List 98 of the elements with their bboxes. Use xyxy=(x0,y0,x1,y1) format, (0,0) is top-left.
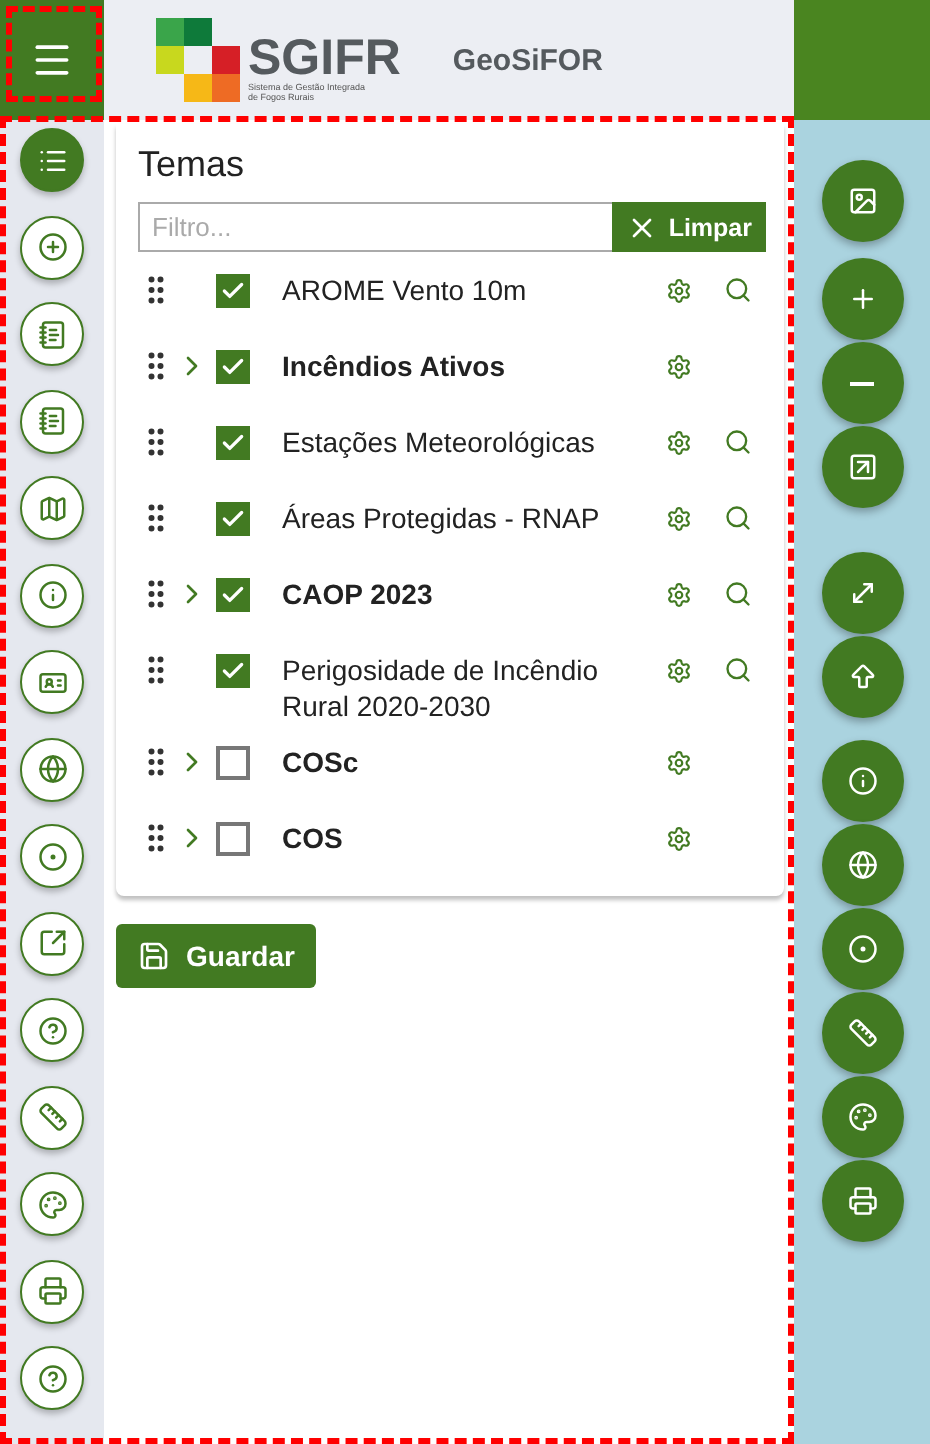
selection-outline xyxy=(6,6,102,102)
sidebar-button[interactable] xyxy=(20,476,84,540)
layer-name: CAOP 2023 xyxy=(280,576,435,612)
map-tool-button[interactable] xyxy=(821,1076,903,1158)
save-icon xyxy=(138,940,170,972)
layer-checkbox[interactable] xyxy=(215,745,249,779)
map-tool-button[interactable] xyxy=(821,908,903,990)
layer-name: COS xyxy=(280,820,345,856)
layer-checkbox[interactable] xyxy=(215,821,249,855)
expand-icon xyxy=(847,452,877,482)
target-icon xyxy=(847,934,877,964)
sidebar-button[interactable] xyxy=(20,128,84,192)
sidebar-button[interactable] xyxy=(20,1172,84,1236)
up-arrow-icon xyxy=(847,662,877,692)
settings-icon[interactable] xyxy=(666,749,692,775)
printer-icon xyxy=(37,1276,67,1306)
layer-checkbox[interactable] xyxy=(215,653,249,687)
sidebar-button[interactable] xyxy=(20,824,84,888)
map-tool-button[interactable] xyxy=(821,258,903,340)
target-icon xyxy=(37,841,67,871)
header-corner xyxy=(794,0,930,120)
settings-icon[interactable] xyxy=(666,657,692,683)
diagonal-arrow-icon xyxy=(847,578,877,608)
sidebar-button[interactable] xyxy=(20,1085,84,1149)
id-card-icon xyxy=(37,667,67,697)
help-icon xyxy=(37,1363,67,1393)
layer-name: AROME Vento 10m xyxy=(280,272,529,308)
sidebar-button[interactable] xyxy=(20,911,84,975)
layer-name: COSc xyxy=(280,744,361,780)
layer-checkbox[interactable] xyxy=(215,577,249,611)
search-icon[interactable] xyxy=(723,580,751,608)
sidebar-button[interactable] xyxy=(20,998,84,1062)
map-tool-button[interactable] xyxy=(821,160,903,242)
sidebar-button[interactable] xyxy=(20,563,84,627)
ruler-icon xyxy=(847,1018,877,1048)
logo-title: SGIFR xyxy=(248,34,401,82)
map-tool-button[interactable] xyxy=(821,824,903,906)
printer-icon xyxy=(847,1186,877,1216)
map-tool-button[interactable] xyxy=(821,1160,903,1242)
clear-button[interactable]: Limpar xyxy=(612,202,766,252)
notebook-icon xyxy=(37,406,67,436)
settings-icon[interactable] xyxy=(666,505,692,531)
map-tool-button[interactable] xyxy=(821,992,903,1074)
layer-checkbox[interactable] xyxy=(215,501,249,535)
ruler-icon xyxy=(37,1102,67,1132)
info-icon xyxy=(847,766,877,796)
zoom-in-icon xyxy=(847,284,877,314)
search-icon[interactable] xyxy=(723,504,751,532)
search-icon[interactable] xyxy=(723,276,751,304)
panel-title: Temas xyxy=(138,144,247,186)
help-icon xyxy=(37,1015,67,1045)
layer-checkbox[interactable] xyxy=(215,273,249,307)
app-title: GeoSiFOR xyxy=(452,43,603,77)
settings-icon[interactable] xyxy=(666,825,692,851)
settings-icon[interactable] xyxy=(666,353,692,379)
filter-field[interactable]: Filtro... xyxy=(138,202,613,252)
logo-drawing xyxy=(156,18,240,102)
search-icon[interactable] xyxy=(723,656,751,684)
settings-icon[interactable] xyxy=(666,277,692,303)
sidebar-button[interactable] xyxy=(20,215,84,279)
layer-checkbox[interactable] xyxy=(215,349,249,383)
layer-name: Incêndios Ativos xyxy=(280,348,508,384)
layer-name: Perigosidade de Incêndio Rural 2020-2030 xyxy=(280,652,601,724)
check-icon xyxy=(219,581,245,607)
check-icon xyxy=(219,505,245,531)
check-icon xyxy=(219,657,245,683)
external-link-icon xyxy=(37,928,67,958)
sidebar-button[interactable] xyxy=(20,1346,84,1410)
search-icon[interactable] xyxy=(723,428,751,456)
sidebar-button[interactable] xyxy=(20,737,84,801)
plus-circle-icon xyxy=(37,232,67,262)
globe-icon xyxy=(37,754,67,784)
image-icon xyxy=(847,186,877,216)
map-icon xyxy=(37,493,67,523)
sidebar-button[interactable] xyxy=(20,389,84,453)
layer-checkbox[interactable] xyxy=(215,425,249,459)
palette-icon xyxy=(847,1102,877,1132)
check-icon xyxy=(219,353,245,379)
layer-name: Áreas Protegidas - RNAP xyxy=(280,500,602,536)
sidebar-button[interactable] xyxy=(20,1259,84,1323)
sidebar-button[interactable] xyxy=(20,302,84,366)
map-tool-button[interactable] xyxy=(821,740,903,822)
map-tool-button[interactable] xyxy=(821,426,903,508)
list-icon xyxy=(37,145,67,175)
settings-icon[interactable] xyxy=(666,429,692,455)
settings-icon[interactable] xyxy=(666,581,692,607)
map-tool-button[interactable] xyxy=(821,636,903,718)
save-button[interactable]: Guardar xyxy=(116,924,317,988)
map-tool-button[interactable] xyxy=(821,552,903,634)
info-icon xyxy=(37,580,67,610)
check-icon xyxy=(219,429,245,455)
map-tool-button[interactable] xyxy=(821,342,903,424)
globe-icon xyxy=(847,850,877,880)
sidebar-button[interactable] xyxy=(20,650,84,714)
notebook-icon xyxy=(37,319,67,349)
check-icon xyxy=(219,277,245,303)
palette-icon xyxy=(37,1189,67,1219)
layer-name: Estações Meteorológicas xyxy=(280,424,597,460)
